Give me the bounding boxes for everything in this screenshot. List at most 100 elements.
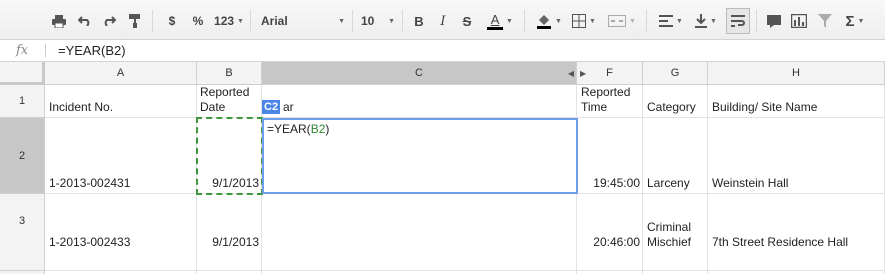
row-header-2[interactable]: 2 [0,118,45,194]
chevron-down-icon: ▼ [710,17,717,25]
cell-editor-text: =YEAR(B2) [267,122,329,136]
column-header-h[interactable]: H [708,62,885,85]
cell-a2-text: 1-2013-002431 [49,176,131,190]
more-formats-label: 123 [214,14,235,28]
cell-a1[interactable]: Incident No. [45,85,197,118]
cell-b3[interactable]: 9/1/2013 [197,194,262,271]
cell-g3-text: Criminal Mischief [647,220,692,249]
cell-g1-text: Category [647,100,696,114]
cell-h3[interactable]: 7th Street Residence Hall [708,194,885,271]
text-color-label: A [490,11,500,27]
percent-format-button[interactable]: % [188,8,208,34]
formula-reference: B2 [310,122,326,136]
chevron-down-icon: ▼ [506,17,513,25]
font-family-value: Arial [261,14,288,28]
formula-suffix: ) [325,122,330,136]
chevron-down-icon: ▼ [555,17,562,25]
sigma-icon: Σ [845,12,855,30]
chevron-down-icon: ▼ [388,17,395,25]
cell-g2-text: Larceny [647,176,690,190]
chevron-down-icon: ▼ [237,17,244,25]
cell-reference-badge: C2 [262,100,281,114]
align-bottom-icon [695,14,708,28]
column-header-f-label: F [606,67,613,79]
row-header-3[interactable]: 3 [0,194,45,271]
cell-editor[interactable]: =YEAR(B2) [262,118,578,194]
paint-bucket-icon [537,15,552,29]
insert-chart-icon[interactable] [788,8,810,34]
insert-comment-icon[interactable] [764,8,784,34]
cell-f1[interactable]: Reported Time [577,85,643,118]
functions-button[interactable]: Σ ▼ [840,8,870,34]
column-header-b[interactable]: B [197,62,262,85]
italic-button[interactable]: I [434,8,452,34]
cell-b3-text: 9/1/2013 [212,235,259,249]
cell-c3[interactable] [262,194,577,271]
cell-a3[interactable]: 1-2013-002433 [45,194,197,271]
chevron-down-icon: ▼ [589,17,596,25]
text-color-button[interactable]: A ▼ [482,8,518,34]
paint-format-icon[interactable] [124,8,146,34]
cell-b1[interactable]: Reported Date [197,85,262,118]
column-header-g[interactable]: G [643,62,708,85]
cell-g2[interactable]: Larceny [643,118,708,194]
spreadsheet-grid: A B C ◀ ▶ F G H 1 2 3 Incident No. Repor… [0,62,885,274]
borders-icon [572,14,587,28]
cell-h1-text: Building/ Site Name [712,100,818,114]
cell-f2[interactable]: 19:45:00 [577,118,643,194]
formula-bar-divider [45,44,46,57]
row-header-1[interactable]: 1 [0,85,45,118]
fx-icon: fx [16,43,29,58]
cell-f3-text: 20:46:00 [593,235,640,249]
fill-color-button[interactable]: ▼ [532,8,566,34]
currency-format-button[interactable]: $ [164,8,180,34]
cell-b2[interactable]: 9/1/2013 [197,118,262,194]
select-all-corner[interactable] [0,62,45,85]
cell-f1-text: Reported Time [581,85,631,114]
redo-icon[interactable] [98,8,120,34]
merge-cells-button[interactable]: ▼ [604,8,640,34]
cell-c1-text: ar [283,100,294,114]
cell-h3-text: 7th Street Residence Hall [712,235,849,249]
cell-f2-text: 19:45:00 [593,176,640,190]
cell-h1[interactable]: Building/ Site Name [708,85,885,118]
column-header-c[interactable]: C ◀ [262,62,577,85]
hidden-columns-right-arrow[interactable]: ▶ [580,62,586,85]
cell-g1[interactable]: Category [643,85,708,118]
cell-h2[interactable]: Weinstein Hall [708,118,885,194]
merge-icon [608,15,627,27]
font-family-select[interactable]: Arial ▼ [258,8,348,34]
column-header-a[interactable]: A [45,62,197,85]
formula-bar: fx =YEAR(B2) [0,40,885,62]
font-size-select[interactable]: 10 ▼ [358,8,398,34]
chevron-down-icon: ▼ [857,17,865,25]
chevron-down-icon: ▼ [338,17,345,25]
print-icon[interactable] [48,8,70,34]
borders-button[interactable]: ▼ [568,8,600,34]
chevron-down-icon: ▼ [676,17,683,25]
cell-f3[interactable]: 20:46:00 [577,194,643,271]
hidden-columns-left-arrow[interactable]: ◀ [568,62,574,85]
bold-button[interactable]: B [410,8,428,34]
strikethrough-button[interactable]: S [458,8,476,34]
undo-icon[interactable] [74,8,96,34]
vertical-align-button[interactable]: ▼ [690,8,722,34]
chevron-down-icon: ▼ [629,17,636,25]
column-header-c-label: C [415,67,423,79]
toolbar: $ % 123 ▼ Arial ▼ 10 ▼ B I S A ▼ ▼ ▼ ▼ ▼ ▼ [0,0,885,40]
cell-b2-text: 9/1/2013 [212,176,259,190]
cell-c1[interactable]: ar [262,85,577,118]
align-left-icon [659,15,674,27]
text-color-swatch [487,26,504,30]
horizontal-align-button[interactable]: ▼ [654,8,688,34]
filter-icon[interactable] [814,8,836,34]
column-header-f[interactable]: ▶ F [577,62,643,85]
cell-a2[interactable]: 1-2013-002431 [45,118,197,194]
font-size-value: 10 [361,14,375,28]
more-formats-button[interactable]: 123 ▼ [212,8,246,34]
formula-prefix: =YEAR( [267,122,311,136]
cell-g3[interactable]: Criminal Mischief [643,194,708,271]
wrap-icon [731,15,745,27]
formula-input[interactable]: =YEAR(B2) [58,43,126,58]
text-wrap-button[interactable] [726,8,750,34]
